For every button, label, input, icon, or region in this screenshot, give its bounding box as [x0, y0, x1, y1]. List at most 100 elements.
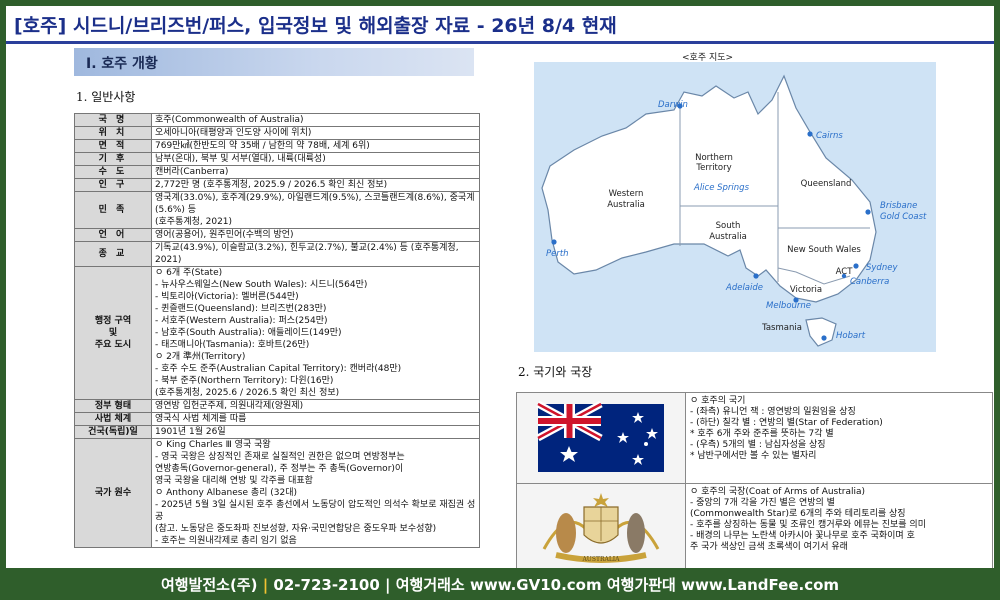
emu-shape [627, 513, 645, 553]
info-row: 수 도 캔버라(Canberra) [74, 165, 480, 179]
document-page: [호주] 시드니/브리즈번/퍼스, 입국정보 및 해외출장 자료 - 26년 8… [6, 6, 994, 568]
info-value: 기독교(43.9%), 이슬람교(3.2%), 힌두교(2.7%), 불교(2.… [151, 241, 480, 267]
coat-cell: AUSTRALIA [516, 483, 686, 568]
flag-table: ㅇ 호주의 국기 - (좌측) 유니언 잭 : 영연방의 일원임을 상징 - (… [516, 392, 993, 568]
info-row: 종 교 기독교(43.9%), 이슬람교(3.2%), 힌두교(2.7%), 불교… [74, 241, 480, 267]
flag-row: ㅇ 호주의 국기 - (좌측) 유니언 잭 : 영연방의 일원임을 상징 - (… [516, 392, 993, 484]
coat-description: ㅇ 호주의 국장(Coat of Arms of Australia) - 중앙… [685, 483, 993, 568]
info-value: 769만㎢(한반도의 약 35배 / 남한의 약 78배, 세계 6위) [151, 139, 480, 153]
info-key: 인 구 [74, 178, 152, 192]
city-label: Brisbane [880, 201, 917, 211]
city-label: Sydney [866, 263, 898, 273]
region-label: South [716, 221, 741, 231]
info-value: 영어(공용어), 원주민어(수백의 방언) [151, 228, 480, 242]
section-title: Ⅰ. 호주 개황 [86, 56, 158, 72]
info-key: 민 족 [74, 191, 152, 229]
info-key: 건국(독립)일 [74, 425, 152, 439]
info-row: 정부 형태 영연방 입헌군주제, 의원내각제(양원제) [74, 399, 480, 413]
info-value: 영국식 사법 체계를 따름 [151, 412, 480, 426]
info-value: 오세아니아(태평양과 인도양 사이에 위치) [151, 126, 480, 140]
info-row: 언 어 영어(공용어), 원주민어(수백의 방언) [74, 228, 480, 242]
info-key: 사법 체계 [74, 412, 152, 426]
title-underline [6, 41, 994, 44]
info-row: 민 족 영국계(33.0%), 호주계(29.9%), 아일랜드계(9.5%), … [74, 191, 480, 229]
info-value: 영연방 입헌군주제, 의원내각제(양원제) [151, 399, 480, 413]
region-label: Queensland [801, 179, 852, 189]
region-label: Western [609, 189, 644, 199]
subsection-title-2: 2. 국기와 국장 [518, 365, 593, 379]
footer-separator: | [262, 576, 274, 594]
section-header: Ⅰ. 호주 개황 [74, 48, 474, 76]
info-key: 위 치 [74, 126, 152, 140]
info-row: 사법 체계 영국식 사법 체계를 따름 [74, 412, 480, 426]
city-label: Adelaide [725, 283, 763, 293]
city-label: Perth [546, 249, 569, 259]
info-row: 국가 원수 ㅇ King Charles Ⅲ 영국 국왕 - 영국 국왕은 상징적… [74, 438, 480, 548]
title-bar: [호주] 시드니/브리즈번/퍼스, 입국정보 및 해외출장 자료 - 26년 8… [6, 6, 994, 40]
coat-of-arms-image: AUSTRALIA [542, 493, 660, 563]
footer-separator: | [385, 576, 396, 594]
info-key: 면 적 [74, 139, 152, 153]
info-value: ㅇ 6개 주(State) - 뉴사우스웨일스(New South Wales)… [151, 266, 480, 400]
city-dot [551, 239, 557, 245]
info-row: 기 후 남부(온대), 북부 및 서부(열대), 내륙(대륙성) [74, 152, 480, 166]
info-key: 정부 형태 [74, 399, 152, 413]
info-value: 호주(Commonwealth of Australia) [151, 113, 480, 127]
australia-map: Western Australia Northern Territory Sou… [534, 62, 936, 352]
city-dot [853, 263, 859, 269]
info-key: 국가 원수 [74, 438, 152, 548]
region-label: Australia [709, 232, 747, 242]
info-key: 언 어 [74, 228, 152, 242]
info-row: 면 적 769만㎢(한반도의 약 35배 / 남한의 약 78배, 세계 6위) [74, 139, 480, 153]
city-dot [807, 131, 813, 137]
flag-text: ㅇ 호주의 국기 - (좌측) 유니언 잭 : 영연방의 일원임을 상징 - (… [690, 396, 883, 461]
kangaroo-shape [556, 513, 576, 553]
city-label: Hobart [836, 331, 866, 341]
region-label: Tasmania [761, 323, 802, 333]
info-value: 1901년 1월 26일 [151, 425, 480, 439]
subsection-title: 1. 일반사항 [76, 90, 136, 104]
city-dot [865, 209, 871, 215]
australian-flag-image [536, 400, 664, 472]
footer-site-landfee[interactable]: www.LandFee.com [681, 576, 839, 594]
region-label: New South Wales [787, 245, 861, 255]
city-label: Melbourne [766, 301, 811, 311]
info-row: 인 구 2,772만 명 (호주통계청, 2025.9 / 2026.5 확인 최… [74, 178, 480, 192]
footer-stand: 여행가판대 [606, 576, 676, 594]
city-label: Cairns [816, 131, 843, 141]
region-label: Northern [695, 153, 733, 163]
city-label: Darwin [658, 100, 688, 110]
region-label: Australia [607, 200, 645, 210]
footer-text: 여행발전소(주) | 02-723-2100 | 여행거래소 www.GV10.… [0, 574, 1000, 595]
region-label: Victoria [790, 285, 822, 295]
footer-phone: 02-723-2100 [273, 576, 380, 594]
page-title: [호주] 시드니/브리즈번/퍼스, 입국정보 및 해외출장 자료 - 26년 8… [14, 15, 617, 37]
info-key: 국 명 [74, 113, 152, 127]
city-label: Gold Coast [880, 212, 927, 222]
info-key: 종 교 [74, 241, 152, 267]
footer-bar: 여행발전소(주) | 02-723-2100 | 여행거래소 www.GV10.… [0, 568, 1000, 600]
info-value: 남부(온대), 북부 및 서부(열대), 내륙(대륙성) [151, 152, 480, 166]
page-frame: [호주] 시드니/브리즈번/퍼스, 입국정보 및 해외출장 자료 - 26년 8… [0, 0, 1000, 600]
flag-description: ㅇ 호주의 국기 - (좌측) 유니언 잭 : 영연방의 일원임을 상징 - (… [685, 392, 993, 484]
info-value: 2,772만 명 (호주통계청, 2025.9 / 2026.5 확인 최신 정… [151, 178, 480, 192]
city-dot [821, 335, 827, 341]
coat-text: ㅇ 호주의 국장(Coat of Arms of Australia) - 중앙… [690, 487, 926, 552]
info-value: 캔버라(Canberra) [151, 165, 480, 179]
info-key: 행정 구역 및 주요 도시 [74, 266, 152, 400]
info-value: ㅇ King Charles Ⅲ 영국 국왕 - 영국 국왕은 상징적인 존재로… [151, 438, 480, 548]
info-value: 영국계(33.0%), 호주계(29.9%), 아일랜드계(9.5%), 스코틀… [151, 191, 480, 229]
city-label: Alice Springs [693, 183, 750, 193]
union-jack [536, 400, 603, 442]
info-key: 수 도 [74, 165, 152, 179]
city-dot [753, 273, 759, 279]
footer-company: 여행발전소(주) [160, 576, 258, 594]
flag-cell [516, 392, 686, 484]
ribbon-text: AUSTRALIA [581, 556, 620, 563]
footer-site-gv10[interactable]: www.GV10.com [470, 576, 602, 594]
info-key: 기 후 [74, 152, 152, 166]
commonwealth-star-icon [593, 493, 609, 507]
region-label: Territory [695, 163, 731, 173]
info-row: 건국(독립)일 1901년 1월 26일 [74, 425, 480, 439]
footer-exchange: 여행거래소 [395, 576, 465, 594]
